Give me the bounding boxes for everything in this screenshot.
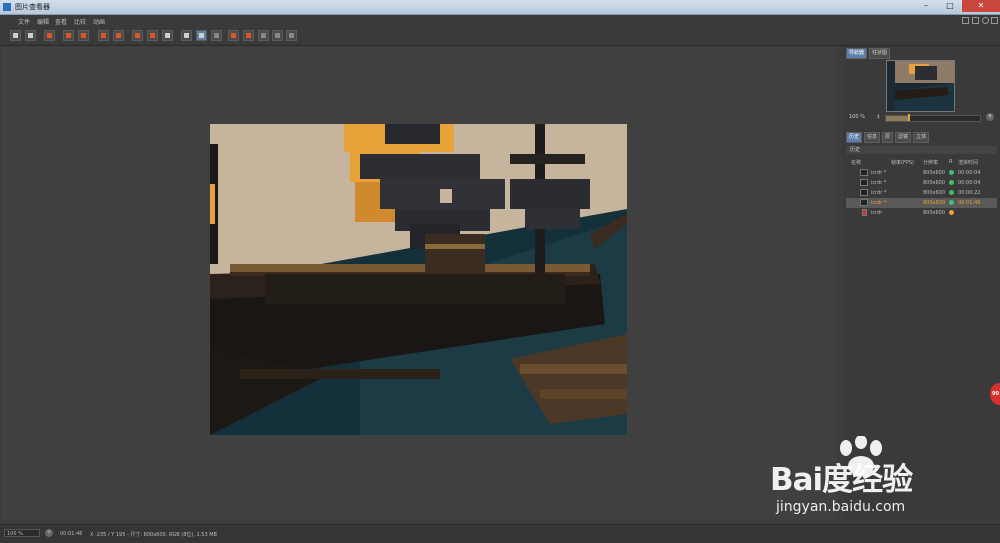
close-button[interactable]: ✕ bbox=[962, 0, 1000, 12]
zoom-slider-handle[interactable] bbox=[908, 114, 910, 121]
render-icon[interactable] bbox=[63, 30, 74, 41]
title-bar: 图片查看器 – □ ✕ bbox=[0, 0, 1000, 15]
tab-history[interactable]: 历史 bbox=[846, 132, 863, 143]
col-fps: 帧率(FPS) bbox=[891, 160, 914, 166]
menu-edit[interactable]: 编辑 bbox=[37, 17, 49, 26]
history-tabs: 历史 信息 层 滤镜 立体 bbox=[846, 132, 931, 143]
status-dot bbox=[949, 210, 954, 215]
histogram-icon[interactable] bbox=[162, 30, 173, 41]
layout2-icon[interactable] bbox=[243, 30, 254, 41]
split-grid-icon[interactable] bbox=[286, 30, 297, 41]
menu-compare[interactable]: 比较 bbox=[74, 17, 86, 26]
move-icon[interactable] bbox=[982, 17, 989, 24]
status-dot bbox=[949, 170, 954, 175]
tab-stereo[interactable]: 立体 bbox=[913, 132, 930, 143]
ab-b-icon[interactable] bbox=[196, 30, 207, 41]
restore-icon[interactable] bbox=[962, 17, 969, 24]
stop-icon[interactable] bbox=[78, 30, 89, 41]
render-scene bbox=[210, 124, 627, 435]
clone-icon[interactable] bbox=[98, 30, 109, 41]
menu-animation[interactable]: 动画 bbox=[93, 17, 105, 26]
zoom-stepper[interactable]: ‡ bbox=[877, 114, 880, 120]
render-time: 00:01:46 bbox=[60, 531, 83, 537]
maximize-button[interactable]: □ bbox=[938, 0, 962, 12]
col-resolution: 分辨率 bbox=[923, 160, 939, 166]
menu-view[interactable]: 查看 bbox=[55, 17, 67, 26]
tab-navigator[interactable]: 导航器 bbox=[846, 48, 868, 59]
navigator-thumbnail[interactable] bbox=[886, 60, 955, 112]
row-thumbnail bbox=[860, 189, 868, 196]
zoom-label: 100 % bbox=[849, 114, 865, 120]
watermark-url: jingyan.baidu.com bbox=[776, 499, 906, 515]
history-header: 历史 bbox=[846, 146, 997, 154]
watermark: Bai度经验 jingyan.baidu.com bbox=[770, 436, 990, 522]
split-v-icon[interactable] bbox=[272, 30, 283, 41]
history-row[interactable]: icrdr * 800x600 00:00:04 bbox=[846, 168, 997, 178]
fit-icon[interactable] bbox=[132, 30, 143, 41]
pin-icon[interactable] bbox=[991, 17, 998, 24]
history-row[interactable]: icrdr * 800x600 00:00:22 bbox=[846, 188, 997, 198]
row-thumbnail bbox=[860, 199, 868, 206]
status-dot bbox=[949, 190, 954, 195]
col-render-time: 渲染时间 bbox=[958, 160, 979, 166]
tab-filter[interactable]: 滤镜 bbox=[895, 132, 912, 143]
tab-histogram[interactable]: 柱状图 bbox=[869, 48, 891, 59]
status-dot bbox=[949, 200, 954, 205]
col-r: R bbox=[949, 159, 953, 165]
watermark-brand: Bai度经验 bbox=[770, 462, 913, 498]
pixel-info: X -235 / Y 195 - 尺寸: 800x600, RGB (8位), … bbox=[90, 532, 217, 538]
window-title: 图片查看器 bbox=[15, 3, 50, 11]
layout-icon[interactable] bbox=[228, 30, 239, 41]
app-icon bbox=[3, 3, 11, 11]
rendered-image[interactable] bbox=[210, 124, 627, 435]
zoom-plus-button[interactable]: + bbox=[45, 529, 53, 537]
ab-a-icon[interactable] bbox=[181, 30, 192, 41]
history-columns: 名称 帧率(FPS) 分辨率 R 渲染时间 bbox=[846, 158, 997, 166]
zoom-slider[interactable] bbox=[885, 115, 981, 122]
col-name: 名称 bbox=[851, 160, 862, 166]
zoom-row: 100 % ‡ + bbox=[846, 113, 997, 123]
minimize-button[interactable]: – bbox=[914, 0, 938, 12]
split-icon[interactable] bbox=[211, 30, 222, 41]
status-dot bbox=[949, 180, 954, 185]
toolbar bbox=[0, 27, 1000, 46]
compare-ab-icon[interactable] bbox=[113, 30, 124, 41]
history-row[interactable]: icrdr 800x600 bbox=[846, 208, 997, 218]
render-region-icon[interactable] bbox=[44, 30, 55, 41]
row-thumbnail bbox=[860, 169, 868, 176]
zoom-plus-button[interactable]: + bbox=[986, 113, 994, 121]
history-row-selected[interactable]: icrdr * 800x600 00:01:46 bbox=[846, 198, 997, 208]
history-row[interactable]: icrdr * 800x600 00:00:04 bbox=[846, 178, 997, 188]
tab-info[interactable]: 信息 bbox=[864, 132, 881, 143]
menu-bar: 文件 编辑 查看 比较 动画 bbox=[0, 15, 1000, 27]
row-thumbnail bbox=[860, 179, 868, 186]
tab-layer[interactable]: 层 bbox=[882, 132, 894, 143]
save-icon[interactable] bbox=[25, 30, 36, 41]
channel-icon[interactable] bbox=[147, 30, 158, 41]
rendering-icon bbox=[862, 209, 867, 216]
zoom-field[interactable]: 100 % bbox=[4, 529, 40, 537]
menu-file[interactable]: 文件 bbox=[18, 17, 30, 26]
navigator-tabs: 导航器 柱状图 bbox=[846, 48, 892, 59]
open-icon[interactable] bbox=[10, 30, 21, 41]
split-h-icon[interactable] bbox=[258, 30, 269, 41]
panel-icon[interactable] bbox=[972, 17, 979, 24]
status-bar: 100 % + 00:01:46 X -235 / Y 195 - 尺寸: 80… bbox=[0, 524, 1000, 543]
